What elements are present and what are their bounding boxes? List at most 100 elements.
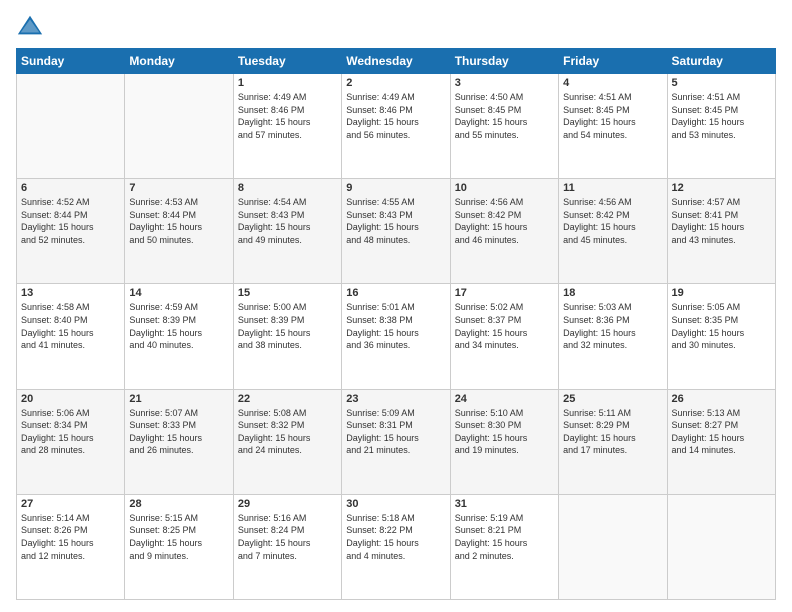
day-info: Sunrise: 5:13 AM Sunset: 8:27 PM Dayligh…: [672, 407, 771, 457]
day-number: 16: [346, 287, 445, 299]
calendar-cell: 3Sunrise: 4:50 AM Sunset: 8:45 PM Daylig…: [450, 74, 558, 179]
day-number: 4: [563, 77, 662, 89]
day-number: 13: [21, 287, 120, 299]
day-number: 5: [672, 77, 771, 89]
day-info: Sunrise: 4:52 AM Sunset: 8:44 PM Dayligh…: [21, 196, 120, 246]
day-info: Sunrise: 5:09 AM Sunset: 8:31 PM Dayligh…: [346, 407, 445, 457]
day-number: 15: [238, 287, 337, 299]
calendar-header-saturday: Saturday: [667, 49, 775, 74]
calendar-header-friday: Friday: [559, 49, 667, 74]
calendar-header-monday: Monday: [125, 49, 233, 74]
day-number: 28: [129, 498, 228, 510]
calendar-week-row: 27 Sunrise: 5:14 AM Sunset: 8:26 PM Dayli…: [17, 494, 776, 599]
day-info: Sunrise: 4:49 AM Sunset: 8:46 PM Dayligh…: [346, 91, 445, 141]
calendar-header-wednesday: Wednesday: [342, 49, 450, 74]
calendar-cell: 12 Sunrise: 4:57 AM Sunset: 8:41 PM Dayli…: [667, 179, 775, 284]
day-number: 29: [238, 498, 337, 510]
page: SundayMondayTuesdayWednesdayThursdayFrid…: [0, 0, 792, 612]
day-number: 6: [21, 182, 120, 194]
day-number: 18: [563, 287, 662, 299]
day-number: 25: [563, 393, 662, 405]
calendar-header-tuesday: Tuesday: [233, 49, 341, 74]
day-info: Sunrise: 5:08 AM Sunset: 8:32 PM Dayligh…: [238, 407, 337, 457]
calendar-cell: 23 Sunrise: 5:09 AM Sunset: 8:31 PM Dayli…: [342, 389, 450, 494]
calendar-cell: 19 Sunrise: 5:05 AM Sunset: 8:35 PM Dayli…: [667, 284, 775, 389]
calendar-cell: [667, 494, 775, 599]
day-number: 7: [129, 182, 228, 194]
day-number: 19: [672, 287, 771, 299]
day-number: 31: [455, 498, 554, 510]
day-number: 22: [238, 393, 337, 405]
day-info: Sunrise: 5:14 AM Sunset: 8:26 PM Dayligh…: [21, 512, 120, 562]
calendar-cell: 6 Sunrise: 4:52 AM Sunset: 8:44 PM Daylig…: [17, 179, 125, 284]
calendar-cell: 16Sunrise: 5:01 AM Sunset: 8:38 PM Dayli…: [342, 284, 450, 389]
calendar-cell: 22 Sunrise: 5:08 AM Sunset: 8:32 PM Dayli…: [233, 389, 341, 494]
day-info: Sunrise: 5:06 AM Sunset: 8:34 PM Dayligh…: [21, 407, 120, 457]
calendar-cell: 26 Sunrise: 5:13 AM Sunset: 8:27 PM Dayli…: [667, 389, 775, 494]
calendar-cell: 2Sunrise: 4:49 AM Sunset: 8:46 PM Daylig…: [342, 74, 450, 179]
calendar-cell: 7 Sunrise: 4:53 AM Sunset: 8:44 PM Daylig…: [125, 179, 233, 284]
calendar-cell: 10Sunrise: 4:56 AM Sunset: 8:42 PM Dayli…: [450, 179, 558, 284]
day-info: Sunrise: 4:54 AM Sunset: 8:43 PM Dayligh…: [238, 196, 337, 246]
calendar-cell: 8 Sunrise: 4:54 AM Sunset: 8:43 PM Daylig…: [233, 179, 341, 284]
calendar-cell: 31Sunrise: 5:19 AM Sunset: 8:21 PM Dayli…: [450, 494, 558, 599]
day-number: 26: [672, 393, 771, 405]
calendar-cell: 13Sunrise: 4:58 AM Sunset: 8:40 PM Dayli…: [17, 284, 125, 389]
calendar-cell: 28 Sunrise: 5:15 AM Sunset: 8:25 PM Dayli…: [125, 494, 233, 599]
day-info: Sunrise: 5:18 AM Sunset: 8:22 PM Dayligh…: [346, 512, 445, 562]
calendar-cell: 25Sunrise: 5:11 AM Sunset: 8:29 PM Dayli…: [559, 389, 667, 494]
day-number: 1: [238, 77, 337, 89]
calendar-cell: 14Sunrise: 4:59 AM Sunset: 8:39 PM Dayli…: [125, 284, 233, 389]
calendar-week-row: 6 Sunrise: 4:52 AM Sunset: 8:44 PM Daylig…: [17, 179, 776, 284]
day-info: Sunrise: 5:15 AM Sunset: 8:25 PM Dayligh…: [129, 512, 228, 562]
logo: [16, 12, 48, 40]
calendar-header-row: SundayMondayTuesdayWednesdayThursdayFrid…: [17, 49, 776, 74]
calendar-cell: [125, 74, 233, 179]
calendar-header-thursday: Thursday: [450, 49, 558, 74]
calendar-cell: 4 Sunrise: 4:51 AM Sunset: 8:45 PM Daylig…: [559, 74, 667, 179]
calendar-cell: 9 Sunrise: 4:55 AM Sunset: 8:43 PM Daylig…: [342, 179, 450, 284]
day-number: 20: [21, 393, 120, 405]
day-info: Sunrise: 5:05 AM Sunset: 8:35 PM Dayligh…: [672, 301, 771, 351]
logo-icon: [16, 12, 44, 40]
day-info: Sunrise: 4:51 AM Sunset: 8:45 PM Dayligh…: [563, 91, 662, 141]
day-info: Sunrise: 4:55 AM Sunset: 8:43 PM Dayligh…: [346, 196, 445, 246]
day-number: 12: [672, 182, 771, 194]
day-info: Sunrise: 4:53 AM Sunset: 8:44 PM Dayligh…: [129, 196, 228, 246]
calendar-cell: 17 Sunrise: 5:02 AM Sunset: 8:37 PM Dayli…: [450, 284, 558, 389]
calendar-week-row: 13Sunrise: 4:58 AM Sunset: 8:40 PM Dayli…: [17, 284, 776, 389]
day-number: 3: [455, 77, 554, 89]
day-number: 21: [129, 393, 228, 405]
day-number: 17: [455, 287, 554, 299]
calendar-cell: 15 Sunrise: 5:00 AM Sunset: 8:39 PM Dayli…: [233, 284, 341, 389]
day-number: 30: [346, 498, 445, 510]
calendar-cell: 30 Sunrise: 5:18 AM Sunset: 8:22 PM Dayli…: [342, 494, 450, 599]
calendar-header-sunday: Sunday: [17, 49, 125, 74]
calendar-cell: 5Sunrise: 4:51 AM Sunset: 8:45 PM Daylig…: [667, 74, 775, 179]
calendar-cell: 11 Sunrise: 4:56 AM Sunset: 8:42 PM Dayli…: [559, 179, 667, 284]
calendar-cell: 1Sunrise: 4:49 AM Sunset: 8:46 PM Daylig…: [233, 74, 341, 179]
day-info: Sunrise: 4:57 AM Sunset: 8:41 PM Dayligh…: [672, 196, 771, 246]
day-info: Sunrise: 5:00 AM Sunset: 8:39 PM Dayligh…: [238, 301, 337, 351]
day-number: 8: [238, 182, 337, 194]
calendar-cell: 20 Sunrise: 5:06 AM Sunset: 8:34 PM Dayli…: [17, 389, 125, 494]
day-number: 14: [129, 287, 228, 299]
calendar-cell: 21Sunrise: 5:07 AM Sunset: 8:33 PM Dayli…: [125, 389, 233, 494]
calendar-cell: 29 Sunrise: 5:16 AM Sunset: 8:24 PM Dayli…: [233, 494, 341, 599]
day-info: Sunrise: 5:03 AM Sunset: 8:36 PM Dayligh…: [563, 301, 662, 351]
calendar-cell: 27 Sunrise: 5:14 AM Sunset: 8:26 PM Dayli…: [17, 494, 125, 599]
day-info: Sunrise: 5:16 AM Sunset: 8:24 PM Dayligh…: [238, 512, 337, 562]
calendar-cell: [559, 494, 667, 599]
calendar-cell: 24Sunrise: 5:10 AM Sunset: 8:30 PM Dayli…: [450, 389, 558, 494]
day-info: Sunrise: 4:56 AM Sunset: 8:42 PM Dayligh…: [563, 196, 662, 246]
calendar-table: SundayMondayTuesdayWednesdayThursdayFrid…: [16, 48, 776, 600]
day-number: 27: [21, 498, 120, 510]
day-info: Sunrise: 5:02 AM Sunset: 8:37 PM Dayligh…: [455, 301, 554, 351]
calendar-week-row: 1 Sunrise: 4:49 AM Sunset: 8:46 PM Daylig…: [17, 74, 776, 179]
calendar-cell: [17, 74, 125, 179]
calendar-cell: 18 Sunrise: 5:03 AM Sunset: 8:36 PM Dayli…: [559, 284, 667, 389]
day-number: 11: [563, 182, 662, 194]
day-number: 23: [346, 393, 445, 405]
day-number: 9: [346, 182, 445, 194]
day-number: 10: [455, 182, 554, 194]
